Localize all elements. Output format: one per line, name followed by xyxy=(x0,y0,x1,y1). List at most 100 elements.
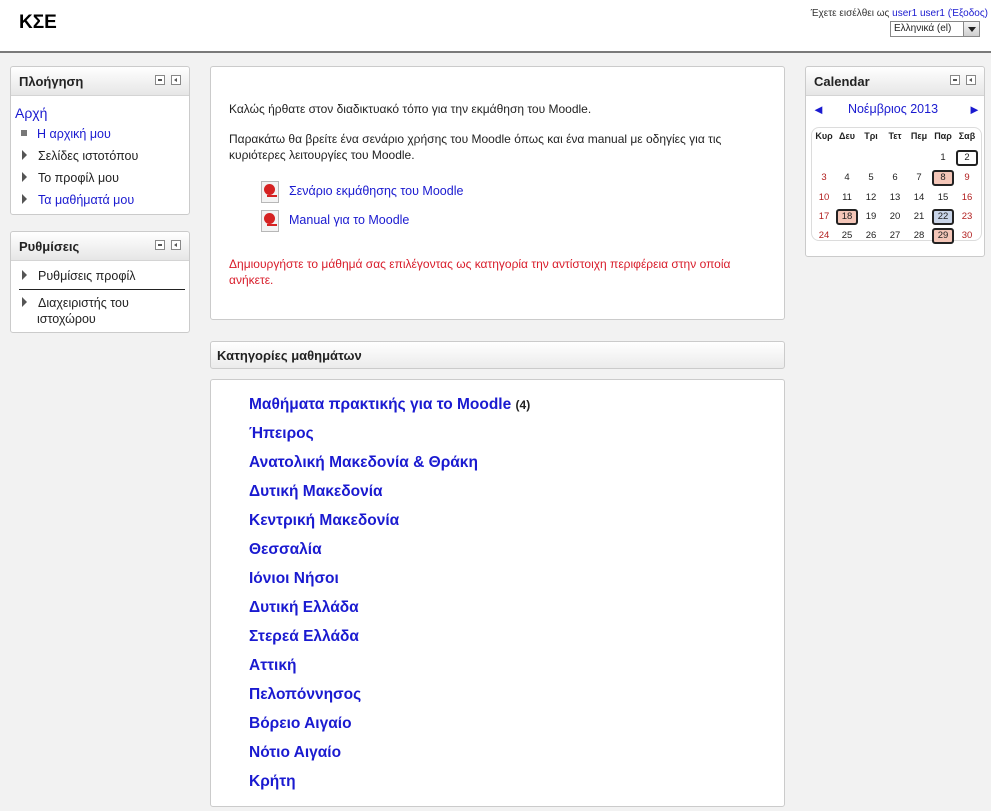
nav-item-label: Τα μαθήματά μου xyxy=(38,193,135,207)
calendar-day: 20 xyxy=(889,211,901,222)
nav-item-my-courses[interactable]: Τα μαθήματά μου xyxy=(21,193,134,207)
calendar-next-month-icon[interactable]: ► xyxy=(968,102,981,117)
minimize-icon[interactable] xyxy=(950,75,960,85)
category-item[interactable]: Στερεά Ελλάδα xyxy=(249,628,359,646)
nav-item-my-home[interactable]: Η αρχική μου xyxy=(21,127,111,141)
categories-title: Κατηγορίες μαθημάτων xyxy=(217,348,362,363)
header-divider xyxy=(0,51,991,53)
calendar-day: 5 xyxy=(868,172,874,183)
logout-link[interactable]: (Έξοδος) xyxy=(948,8,988,19)
calendar-day: 6 xyxy=(892,172,898,183)
category-item[interactable]: Ιόνιοι Νήσοι xyxy=(249,570,339,588)
site-summary-block: Καλώς ήρθατε στον διαδικτυακό τόπο για τ… xyxy=(210,66,785,320)
nav-home-link[interactable]: Αρχή xyxy=(15,105,47,121)
calendar-day: 16 xyxy=(961,192,973,203)
dock-icon[interactable] xyxy=(171,75,181,85)
minimize-icon[interactable] xyxy=(155,240,165,250)
settings-block-header: Ρυθμίσεις xyxy=(11,232,189,261)
expand-arrow-icon xyxy=(22,150,27,160)
calendar-day: 11 xyxy=(842,192,852,203)
calendar-day-event[interactable]: 22 xyxy=(932,209,954,225)
settings-block: Ρυθμίσεις Ρυθμίσεις προφίλ Διαχειριστής … xyxy=(10,231,190,333)
calendar-day-event[interactable]: 18 xyxy=(836,209,858,225)
category-course-count: (4) xyxy=(515,398,531,412)
calendar-weekday-header: Σαβ xyxy=(958,131,976,141)
navigation-block-title: Πλοήγηση xyxy=(19,74,84,89)
calendar-month-link[interactable]: Νοέμβριος 2013 xyxy=(806,102,980,116)
pdf-icon xyxy=(261,210,279,232)
settings-item-profile[interactable]: Ρυθμίσεις προφίλ xyxy=(21,269,136,283)
nav-item-my-profile[interactable]: Το προφίλ μου xyxy=(21,171,119,185)
calendar-weekday-header: Παρ xyxy=(934,131,952,141)
calendar-day: 24 xyxy=(818,230,830,241)
calendar-grid: Κυρ Δευ Τρι Τετ Πεμ Παρ Σαβ 1 2 3 4 5 6 7 8 9 10 11 12 13 14… xyxy=(811,127,982,244)
category-item[interactable]: Κρήτη xyxy=(249,773,296,791)
calendar-day-event[interactable]: 8 xyxy=(932,170,954,186)
category-item[interactable]: Κεντρική Μακεδονία xyxy=(249,512,399,530)
calendar-block: Calendar ◄ Νοέμβριος 2013 ► Κυρ Δευ Τρι Τετ… xyxy=(805,66,985,257)
nav-item-site-pages[interactable]: Σελίδες ιστοτόπου xyxy=(21,149,138,163)
dock-icon[interactable] xyxy=(171,240,181,250)
welcome-text: Καλώς ήρθατε στον διαδικτυακό τόπο για τ… xyxy=(229,102,592,116)
calendar-day: 17 xyxy=(818,211,830,222)
calendar-day: 30 xyxy=(961,230,973,241)
calendar-day: 27 xyxy=(889,230,901,241)
page-header: ΚΣΕ Έχετε εισέλθει ως user1 user1 (Έξοδο… xyxy=(0,0,991,52)
chevron-down-icon[interactable] xyxy=(963,22,979,36)
calendar-weekday-header: Δευ xyxy=(839,131,855,141)
description-text: Παρακάτω θα βρείτε ένα σενάριο χρήσης το… xyxy=(229,132,722,162)
nav-item-label: Το προφίλ μου xyxy=(38,171,119,185)
calendar-day: 12 xyxy=(865,192,877,203)
calendar-day-event[interactable]: 29 xyxy=(932,228,954,244)
settings-item-label: Ρυθμίσεις προφίλ xyxy=(38,269,136,283)
calendar-day: 3 xyxy=(821,172,827,183)
category-item[interactable]: Αττική xyxy=(249,657,296,675)
language-select[interactable]: Ελληνικά (el) xyxy=(890,21,980,37)
category-item[interactable]: Δυτική Μακεδονία xyxy=(249,483,383,501)
calendar-day: 10 xyxy=(818,192,830,203)
category-item[interactable]: Νότιο Αιγαίο xyxy=(249,744,341,762)
calendar-day-today[interactable]: 2 xyxy=(956,150,978,166)
calendar-day: 9 xyxy=(964,172,970,183)
calendar-day: 4 xyxy=(844,172,850,183)
bullet-icon xyxy=(21,130,27,136)
calendar-weekday-header: Τρι xyxy=(864,131,878,141)
categories-list: Μαθήματα πρακτικής για το Moodle (4) Ήπε… xyxy=(210,379,785,807)
expand-arrow-icon xyxy=(22,270,27,280)
settings-item-label-cont: ιστοχώρου xyxy=(37,312,96,326)
category-item[interactable]: Βόρειο Αιγαίο xyxy=(249,715,352,733)
login-info: Έχετε εισέλθει ως user1 user1 (Έξοδος) xyxy=(811,8,988,19)
category-item[interactable]: Πελοπόννησος xyxy=(249,686,361,704)
expand-arrow-icon xyxy=(22,172,27,182)
navigation-block: Πλοήγηση Αρχή Η αρχική μου Σελίδες ιστοτ… xyxy=(10,66,190,215)
calendar-day: 1 xyxy=(940,152,946,163)
pdf-icon xyxy=(261,181,279,203)
category-item[interactable]: Δυτική Ελλάδα xyxy=(249,599,359,617)
expand-arrow-icon xyxy=(22,194,27,204)
calendar-weekday-header: Κυρ xyxy=(815,131,833,141)
nav-item-label: Σελίδες ιστοτόπου xyxy=(38,149,139,163)
expand-arrow-icon xyxy=(22,297,27,307)
calendar-day: 25 xyxy=(841,230,853,241)
category-item[interactable]: Μαθήματα πρακτικής για το Moodle (4) xyxy=(249,396,530,414)
calendar-day: 15 xyxy=(937,192,949,203)
calendar-block-header: Calendar xyxy=(806,67,984,96)
user-profile-link[interactable]: user1 user1 xyxy=(892,8,945,19)
minimize-icon[interactable] xyxy=(155,75,165,85)
calendar-weekday-header: Πεμ xyxy=(910,131,928,141)
scenario-pdf-link[interactable]: Σενάριο εκμάθησης του Moodle xyxy=(289,184,463,198)
category-item[interactable]: Ήπειρος xyxy=(249,425,314,443)
category-link[interactable]: Μαθήματα πρακτικής για το Moodle xyxy=(249,396,511,413)
nav-item-label: Η αρχική μου xyxy=(37,127,111,141)
navigation-block-header: Πλοήγηση xyxy=(11,67,189,96)
category-item[interactable]: Ανατολική Μακεδονία & Θράκη xyxy=(249,454,478,472)
course-creation-note: Δημιουργήστε το μάθημά σας επιλέγοντας ω… xyxy=(229,257,731,287)
calendar-day: 19 xyxy=(865,211,877,222)
category-item[interactable]: Θεσσαλία xyxy=(249,541,322,559)
dock-icon[interactable] xyxy=(966,75,976,85)
settings-item-site-admin[interactable]: Διαχειριστής του ιστοχώρου xyxy=(21,295,129,327)
manual-pdf-link[interactable]: Manual για το Moodle xyxy=(289,213,409,227)
settings-divider xyxy=(19,289,185,290)
calendar-day: 26 xyxy=(865,230,877,241)
site-title[interactable]: ΚΣΕ xyxy=(19,12,57,34)
